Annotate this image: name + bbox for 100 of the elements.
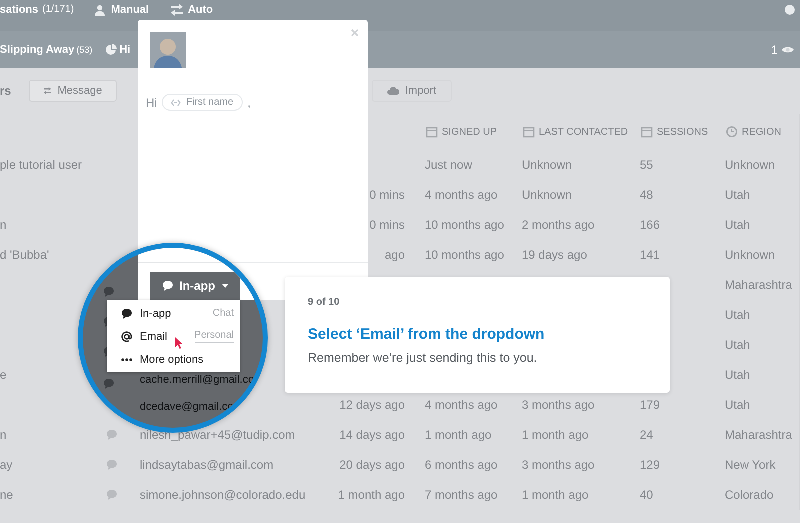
mode-tab[interactable]: Manual bbox=[111, 4, 150, 16]
email-cell: dcedave@gmail.co bbox=[140, 401, 234, 413]
arrows-icon bbox=[171, 98, 182, 106]
tour-text: Remember we’re just sending this to you. bbox=[308, 351, 538, 365]
table-cell: Utah bbox=[725, 188, 750, 202]
name-cell: e bbox=[0, 368, 7, 382]
table-cell: 1 month ago bbox=[338, 488, 405, 502]
name-cell: d 'Bubba' bbox=[0, 248, 50, 262]
step-counter: 9 of 10 bbox=[308, 297, 341, 308]
table-cell: 14 days ago bbox=[340, 428, 405, 442]
avatar bbox=[150, 32, 186, 68]
table-cell: Utah bbox=[725, 398, 750, 412]
table-cell: Utah bbox=[725, 308, 750, 322]
clock-icon bbox=[726, 126, 738, 138]
table-cell: ago bbox=[384, 248, 405, 262]
cursor-icon bbox=[175, 337, 184, 350]
table-cell: Unknown bbox=[522, 158, 572, 172]
chat-icon bbox=[121, 308, 133, 320]
table-cell: 4 months ago bbox=[425, 398, 498, 412]
chat-icon bbox=[103, 286, 115, 298]
table-cell: 10 months ago bbox=[425, 218, 504, 232]
table-cell: Just now bbox=[425, 158, 472, 172]
email-cell: simone.johnson@colorado.edu bbox=[140, 488, 306, 502]
name-cell: n bbox=[0, 218, 7, 232]
calendar-icon bbox=[523, 126, 535, 138]
name-cell: ple tutorial user bbox=[0, 158, 82, 172]
table-cell: Utah bbox=[725, 368, 750, 382]
table-cell: Utah bbox=[725, 338, 750, 352]
table-cell: 141 bbox=[640, 248, 660, 262]
caret-icon bbox=[222, 284, 228, 288]
table-cell: 6 months ago bbox=[425, 458, 498, 472]
table-cell: 12 days ago bbox=[340, 398, 405, 412]
table-cell: 0 mins bbox=[370, 188, 405, 202]
table-cell: 10 months ago bbox=[425, 248, 504, 262]
table-cell: 0 mins bbox=[370, 218, 405, 232]
segment-count: (53) bbox=[76, 44, 93, 54]
table-cell: 3 months ago bbox=[522, 398, 595, 412]
table-cell: 2 months ago bbox=[522, 218, 595, 232]
table-cell: Unknown bbox=[522, 188, 572, 202]
chat-icon bbox=[106, 429, 118, 441]
person-icon bbox=[94, 4, 106, 16]
table-cell: Unknown bbox=[725, 158, 776, 172]
at-sign-icon bbox=[121, 330, 133, 342]
chat-icon bbox=[106, 459, 118, 471]
table-cell: 7 months ago bbox=[425, 488, 498, 502]
email-cell: lindsaytabas@gmail.com bbox=[140, 458, 274, 472]
page-title: sations bbox=[0, 4, 39, 16]
view-count: 1 bbox=[771, 42, 778, 56]
name-cell: ay bbox=[0, 458, 13, 472]
table-cell: 20 days ago bbox=[340, 458, 405, 472]
table-cell: 24 bbox=[640, 428, 654, 442]
chat-icon bbox=[162, 280, 174, 292]
table-cell: Utah bbox=[725, 218, 750, 232]
name-cell: ne bbox=[0, 488, 14, 502]
table-cell: 129 bbox=[640, 458, 660, 472]
table-cell: Colorado bbox=[725, 488, 774, 502]
message-button[interactable]: Message bbox=[29, 80, 118, 102]
tour-title: Select ‘Email’ from the dropdown bbox=[308, 326, 546, 343]
segment-title: Hi bbox=[120, 44, 131, 56]
table-cell: 19 days ago bbox=[522, 248, 588, 262]
table-cell: 1 month ago bbox=[522, 428, 589, 442]
table-cell: Unknown bbox=[725, 248, 776, 262]
menu-item[interactable]: More options bbox=[107, 348, 240, 371]
table-cell: 179 bbox=[640, 398, 660, 412]
table-cell: 1 month ago bbox=[522, 488, 589, 502]
channel-dropdown[interactable]: In-app bbox=[150, 272, 240, 300]
email-cell: nilesh_pawar+45@tudip.com bbox=[140, 428, 296, 442]
arrows-icon bbox=[171, 4, 184, 16]
name-cell: n bbox=[0, 428, 7, 442]
channel-note: Chat bbox=[212, 308, 234, 319]
close-icon[interactable] bbox=[351, 29, 359, 37]
table-cell: 48 bbox=[640, 188, 654, 202]
table-cell: 3 months ago bbox=[522, 458, 595, 472]
table-cell: 1 month ago bbox=[425, 428, 492, 442]
table-cell: New York bbox=[725, 458, 776, 472]
column-header: SIGNED UP bbox=[442, 126, 498, 138]
calendar-icon bbox=[426, 126, 438, 138]
pie-chart-icon bbox=[104, 44, 117, 56]
channel-note: Personal bbox=[194, 330, 234, 343]
column-header: SESSIONS bbox=[657, 126, 708, 138]
chat-icon bbox=[103, 378, 115, 390]
cloud-icon bbox=[387, 85, 400, 97]
menu-item[interactable]: In-app Chat bbox=[107, 302, 240, 325]
arrows-icon bbox=[44, 85, 52, 97]
calendar-icon bbox=[641, 126, 653, 138]
column-header: REGION bbox=[742, 126, 782, 138]
table-cell: Maharashtra bbox=[725, 428, 792, 442]
comma-text: , bbox=[248, 96, 251, 110]
conversation-count: (1/171) bbox=[42, 4, 74, 15]
mode-tab[interactable]: Auto bbox=[188, 4, 214, 16]
import-button[interactable]: Import bbox=[372, 80, 452, 102]
table-cell: Maharashtra bbox=[725, 278, 792, 292]
table-cell: 40 bbox=[640, 488, 654, 502]
chat-icon bbox=[106, 489, 118, 501]
name-chip[interactable]: First name bbox=[162, 94, 243, 111]
column-header: LAST CONTACTED bbox=[539, 126, 628, 138]
table-cell: 55 bbox=[640, 158, 654, 172]
table-cell: 166 bbox=[640, 218, 660, 232]
segment-title: Slipping Away bbox=[0, 44, 75, 56]
section-label: rs bbox=[0, 84, 12, 98]
